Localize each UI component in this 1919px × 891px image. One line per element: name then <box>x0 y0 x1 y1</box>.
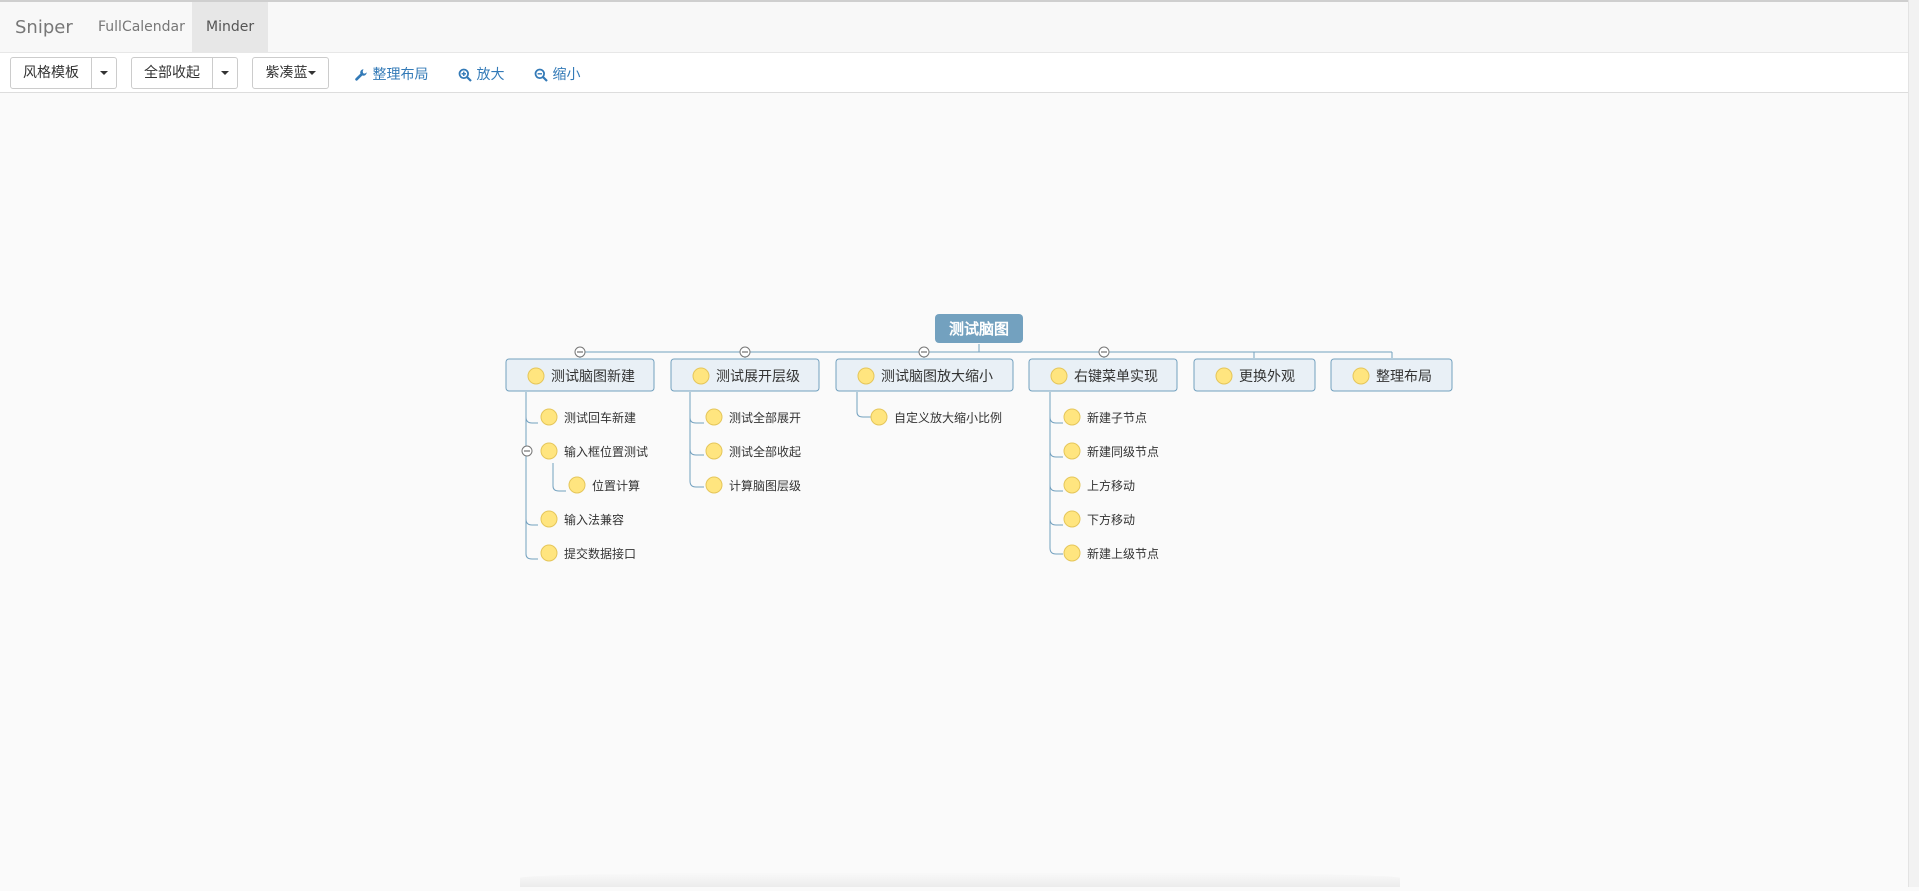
child-node[interactable]: 新建同级节点 <box>1063 442 1159 460</box>
mindmap-root-node[interactable]: 测试脑图 <box>935 314 1023 343</box>
mindmap-canvas[interactable]: 测试脑图 测试脑图新建 测试展开层级 测试脑图放大缩小 右键菜单实现 更换外观 … <box>0 94 1908 887</box>
zoom-out-icon <box>534 68 548 82</box>
mindmap-svg[interactable]: 测试脑图 测试脑图新建 测试展开层级 测试脑图放大缩小 右键菜单实现 更换外观 … <box>0 94 1908 887</box>
navbar: Sniper FullCalendar Minder <box>0 2 1908 53</box>
child-label: 输入框位置测试 <box>564 444 648 459</box>
branch-label: 整理布局 <box>1376 369 1432 385</box>
caret-down-icon <box>307 71 316 75</box>
collapse-minus-icon[interactable] <box>739 346 751 358</box>
child-label: 计算脑图层级 <box>729 478 801 493</box>
theme-label: 紫凑蓝 <box>265 65 308 81</box>
bottom-shadow <box>520 872 1400 887</box>
priority-circle-icon <box>540 510 558 528</box>
theme-dropdown-button[interactable]: 紫凑蓝 <box>252 57 329 89</box>
child-node[interactable]: 输入框位置测试 <box>540 442 648 460</box>
arrange-layout-link[interactable]: 整理布局 <box>354 65 428 85</box>
priority-circle-icon <box>1063 408 1081 426</box>
page-scrollbar[interactable] <box>1908 0 1919 887</box>
priority-circle-icon <box>540 442 558 460</box>
template-dropdown-toggle[interactable] <box>92 57 117 89</box>
nav-minder[interactable]: Minder <box>192 2 269 52</box>
child-label: 测试回车新建 <box>564 410 636 425</box>
branch-node[interactable]: 测试脑图放大缩小 <box>835 358 1014 392</box>
child-label: 提交数据接口 <box>564 546 636 561</box>
child-node[interactable]: 输入法兼容 <box>540 510 624 528</box>
branch-node[interactable]: 更换外观 <box>1193 358 1316 392</box>
child-label: 新建上级节点 <box>1087 546 1159 561</box>
template-button[interactable]: 风格模板 <box>10 57 92 89</box>
child-node[interactable]: 自定义放大缩小比例 <box>870 408 1002 426</box>
collapse-dropdown-toggle[interactable] <box>213 57 238 89</box>
child-node[interactable]: 测试回车新建 <box>540 408 636 426</box>
priority-circle-icon <box>568 476 586 494</box>
child-node[interactable]: 下方移动 <box>1063 510 1135 528</box>
priority-circle-icon <box>1063 544 1081 562</box>
branch-label: 测试脑图新建 <box>551 369 635 385</box>
collapse-minus-icon[interactable] <box>574 346 586 358</box>
template-label: 风格模板 <box>23 65 79 81</box>
collapse-minus-icon[interactable] <box>918 346 930 358</box>
priority-circle-icon <box>1050 367 1068 385</box>
child-node[interactable]: 提交数据接口 <box>540 544 636 562</box>
child-label: 测试全部展开 <box>729 410 801 425</box>
priority-circle-icon <box>540 408 558 426</box>
branch-node[interactable]: 测试展开层级 <box>670 358 820 392</box>
priority-circle-icon <box>705 476 723 494</box>
priority-circle-icon <box>540 544 558 562</box>
branch-label: 更换外观 <box>1239 368 1295 385</box>
priority-circle-icon <box>1063 476 1081 494</box>
nav-fullcalendar[interactable]: FullCalendar <box>84 2 199 52</box>
arrange-layout-label: 整理布局 <box>372 67 429 83</box>
child-label: 下方移动 <box>1087 512 1135 527</box>
child-node[interactable]: 测试全部展开 <box>705 408 801 426</box>
priority-circle-icon <box>1215 367 1233 385</box>
priority-circle-icon <box>692 367 710 385</box>
branch-label: 测试展开层级 <box>716 369 800 385</box>
priority-circle-icon <box>1063 510 1081 528</box>
child-node[interactable]: 新建上级节点 <box>1063 544 1159 562</box>
root-label: 测试脑图 <box>949 320 1009 338</box>
brand[interactable]: Sniper <box>15 17 73 38</box>
branch-node[interactable]: 测试脑图新建 <box>505 358 655 392</box>
priority-circle-icon <box>705 408 723 426</box>
zoom-in-icon <box>458 68 472 82</box>
grandchild-node[interactable]: 位置计算 <box>568 476 640 494</box>
child-label: 测试全部收起 <box>729 444 801 459</box>
collapse-all-button[interactable]: 全部收起 <box>131 57 213 89</box>
wrench-icon <box>355 69 367 81</box>
child-node[interactable]: 上方移动 <box>1063 476 1135 494</box>
toolbar: 风格模板 全部收起 紫凑蓝 整理布局 放大 缩小 <box>0 53 1908 93</box>
zoom-in-link[interactable]: 放大 <box>458 65 504 85</box>
child-label: 输入法兼容 <box>564 512 624 527</box>
child-node[interactable]: 测试全部收起 <box>705 442 801 460</box>
priority-circle-icon <box>1352 367 1370 385</box>
child-label: 上方移动 <box>1087 478 1135 493</box>
collapse-all-label: 全部收起 <box>144 65 200 81</box>
collapse-minus-icon[interactable] <box>521 445 533 457</box>
priority-circle-icon <box>870 408 888 426</box>
priority-circle-icon <box>705 442 723 460</box>
child-node[interactable]: 新建子节点 <box>1063 408 1147 426</box>
grandchild-label: 位置计算 <box>592 478 640 493</box>
zoom-out-link[interactable]: 缩小 <box>534 65 580 85</box>
caret-down-icon <box>100 71 108 75</box>
child-label: 自定义放大缩小比例 <box>894 410 1002 425</box>
collapse-minus-icon[interactable] <box>1098 346 1110 358</box>
zoom-in-label: 放大 <box>476 67 505 83</box>
branch-label: 测试脑图放大缩小 <box>881 369 993 385</box>
caret-down-icon <box>221 71 229 75</box>
priority-circle-icon <box>857 367 875 385</box>
branch-node[interactable]: 右键菜单实现 <box>1028 358 1178 392</box>
child-label: 新建同级节点 <box>1087 444 1159 459</box>
child-node[interactable]: 计算脑图层级 <box>705 476 801 494</box>
child-label: 新建子节点 <box>1087 410 1147 425</box>
branch-node[interactable]: 整理布局 <box>1330 358 1453 392</box>
branch-label: 右键菜单实现 <box>1074 369 1158 385</box>
priority-circle-icon <box>527 367 545 385</box>
priority-circle-icon <box>1063 442 1081 460</box>
zoom-out-label: 缩小 <box>552 67 581 83</box>
